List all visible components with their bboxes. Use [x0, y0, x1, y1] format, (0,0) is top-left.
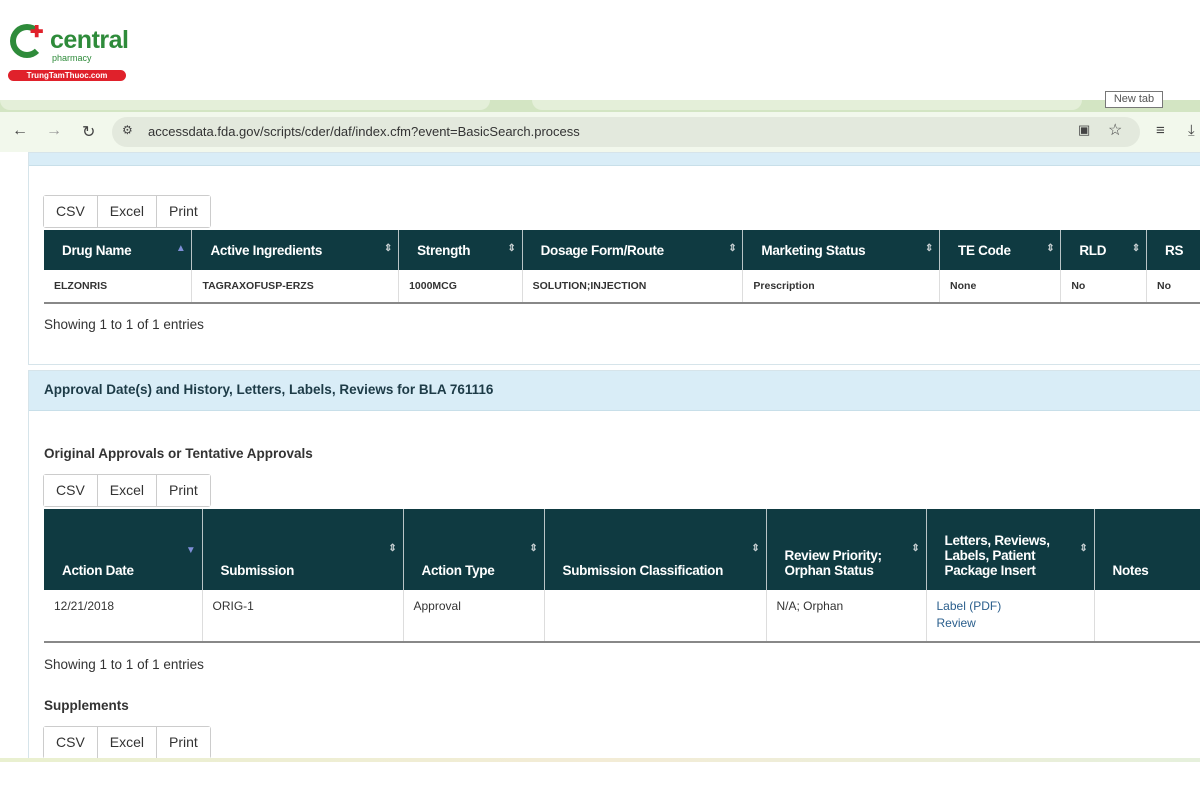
- sort-icon[interactable]: ⇕: [911, 543, 919, 554]
- col-rs[interactable]: RS: [1146, 230, 1200, 270]
- logo-brand: central: [50, 26, 129, 54]
- back-arrow-icon[interactable]: ←: [12, 122, 28, 140]
- table-info: Showing 1 to 1 of 1 entries: [44, 317, 204, 332]
- export-buttons: CSV Excel Print: [43, 474, 211, 507]
- download-icon[interactable]: ⤓: [1188, 122, 1195, 139]
- col-strength[interactable]: Strength ⇕: [398, 230, 523, 270]
- excel-button[interactable]: Excel: [97, 727, 158, 758]
- ingredient-cell: TAGRAXOFUSP-ERZS: [191, 270, 400, 304]
- new-tab-tooltip: New tab: [1105, 91, 1163, 108]
- sort-icon[interactable]: ⇕: [1079, 543, 1087, 554]
- label-pdf-link[interactable]: Label (PDF): [937, 599, 1084, 613]
- links-cell: Label (PDF) Review: [926, 590, 1095, 643]
- products-panel: CSV Excel Print Drug Name ▲ Active Ingred…: [28, 152, 1200, 365]
- excel-button[interactable]: Excel: [97, 475, 158, 506]
- csv-button[interactable]: CSV: [44, 196, 98, 227]
- dosage-cell: SOLUTION;INJECTION: [522, 270, 744, 304]
- col-active-ingredients[interactable]: Active Ingredients ⇕: [191, 230, 400, 270]
- table-header-row: Action Date ▼ Submission ⇕ Action Type ⇕ Su…: [44, 509, 1200, 590]
- sort-desc-icon[interactable]: ▼: [186, 545, 196, 556]
- forward-arrow-icon[interactable]: →: [46, 122, 62, 140]
- col-review-priority[interactable]: Review Priority; Orphan Status ⇕: [766, 509, 927, 590]
- action-date-cell: 12/21/2018: [44, 590, 203, 643]
- review-link[interactable]: Review: [937, 616, 1084, 630]
- sort-icon[interactable]: ⇕: [529, 543, 537, 554]
- table-row: 12/21/2018 ORIG-1 Approval N/A; Orphan L…: [44, 590, 1200, 643]
- sort-icon[interactable]: ⇕: [508, 243, 516, 254]
- col-rld[interactable]: RLD ⇕: [1060, 230, 1147, 270]
- col-letters-labels[interactable]: Letters, Reviews, Labels, Patient Packag…: [926, 509, 1095, 590]
- col-submission[interactable]: Submission ⇕: [202, 509, 404, 590]
- col-dosage-form[interactable]: Dosage Form/Route ⇕: [522, 230, 744, 270]
- table-header-row: Drug Name ▲ Active Ingredients ⇕ Strength ⇕…: [44, 230, 1200, 270]
- url-text[interactable]: accessdata.fda.gov/scripts/cder/daf/inde…: [148, 124, 580, 139]
- col-marketing-status[interactable]: Marketing Status ⇕: [742, 230, 941, 270]
- browser-tab[interactable]: [0, 100, 490, 110]
- bookmark-star-icon[interactable]: ☆: [1108, 120, 1122, 140]
- table-info: Showing 1 to 1 of 1 entries: [44, 657, 204, 672]
- logo-sub: pharmacy: [52, 53, 92, 63]
- col-action-date[interactable]: Action Date ▼: [44, 509, 203, 590]
- sort-icon[interactable]: ⇕: [925, 243, 933, 254]
- marketing-cell: Prescription: [742, 270, 941, 304]
- browser-toolbar: ← → ↻ ⚙ accessdata.fda.gov/scripts/cder/…: [0, 112, 1200, 152]
- history-panel-title: Approval Date(s) and History, Letters, L…: [29, 371, 1200, 411]
- logo-site: TrungTamThuoc.com: [8, 70, 126, 81]
- original-approvals-title: Original Approvals or Tentative Approval…: [44, 446, 313, 461]
- sort-icon[interactable]: ⇕: [1046, 243, 1054, 254]
- submission-cell: ORIG-1: [202, 590, 404, 643]
- sort-icon[interactable]: ⇕: [384, 243, 392, 254]
- site-settings-icon[interactable]: ⚙: [122, 123, 133, 137]
- address-bar[interactable]: ⚙ accessdata.fda.gov/scripts/cder/daf/in…: [112, 117, 1140, 147]
- drug-name-cell: ELZONRIS: [44, 270, 193, 304]
- print-button[interactable]: Print: [157, 196, 210, 227]
- central-pharmacy-logo: ✚ central pharmacy TrungTamThuoc.com: [8, 22, 129, 82]
- col-te-code[interactable]: TE Code ⇕: [939, 230, 1062, 270]
- reload-icon[interactable]: ↻: [82, 122, 95, 142]
- sort-icon[interactable]: ⇕: [388, 543, 396, 554]
- col-action-type[interactable]: Action Type ⇕: [403, 509, 545, 590]
- print-button[interactable]: Print: [157, 727, 210, 758]
- table-row: ELZONRIS TAGRAXOFUSP-ERZS 1000MCG SOLUTI…: [44, 270, 1200, 304]
- export-buttons: CSV Excel Print: [43, 195, 211, 228]
- sort-icon[interactable]: ⇕: [751, 543, 759, 554]
- csv-button[interactable]: CSV: [44, 475, 98, 506]
- tab-strip: [0, 100, 1200, 112]
- rs-cell: No: [1146, 270, 1200, 304]
- approvals-table: Action Date ▼ Submission ⇕ Action Type ⇕ Su…: [44, 509, 1200, 643]
- notes-cell: [1094, 590, 1200, 643]
- translate-icon[interactable]: ▣: [1078, 122, 1090, 138]
- sort-icon[interactable]: ⇕: [728, 243, 736, 254]
- panel-header: [29, 153, 1200, 166]
- rld-cell: No: [1060, 270, 1147, 304]
- col-notes[interactable]: Notes: [1094, 509, 1200, 590]
- products-table: Drug Name ▲ Active Ingredients ⇕ Strength ⇕…: [44, 230, 1200, 304]
- col-submission-classification[interactable]: Submission Classification ⇕: [544, 509, 767, 590]
- csv-button[interactable]: CSV: [44, 727, 98, 758]
- history-panel: Approval Date(s) and History, Letters, L…: [28, 370, 1200, 760]
- bottom-border: [0, 758, 1200, 762]
- page-content: CSV Excel Print Drug Name ▲ Active Ingred…: [0, 152, 1200, 760]
- priority-cell: N/A; Orphan: [766, 590, 927, 643]
- reading-list-icon[interactable]: ≡: [1156, 122, 1165, 139]
- strength-cell: 1000MCG: [398, 270, 523, 304]
- export-buttons: CSV Excel Print: [43, 726, 211, 759]
- print-button[interactable]: Print: [157, 475, 210, 506]
- sort-asc-icon[interactable]: ▲: [176, 243, 186, 254]
- action-type-cell: Approval: [403, 590, 545, 643]
- te-code-cell: None: [939, 270, 1062, 304]
- col-drug-name[interactable]: Drug Name ▲: [44, 230, 193, 270]
- excel-button[interactable]: Excel: [97, 196, 158, 227]
- logo-plus-icon: ✚: [30, 24, 44, 41]
- sort-icon[interactable]: ⇕: [1132, 243, 1140, 254]
- browser-tab[interactable]: [532, 100, 1082, 110]
- supplements-title: Supplements: [44, 698, 129, 713]
- classification-cell: [544, 590, 767, 643]
